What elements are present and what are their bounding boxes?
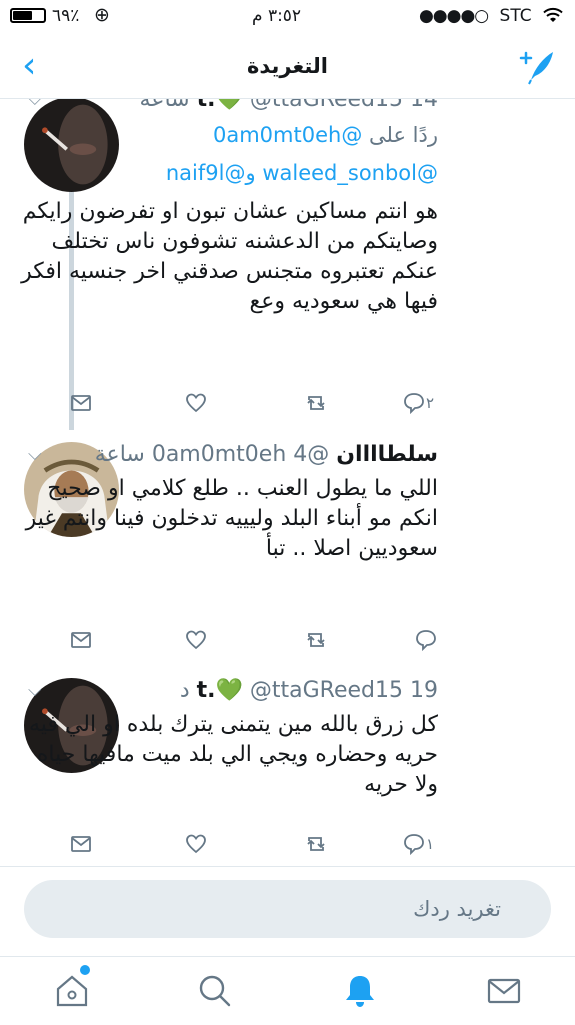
reply-count: ٢ — [425, 394, 434, 412]
status-time: ٣:٥٢ م — [252, 6, 302, 26]
heart-icon — [186, 630, 206, 650]
reply-action[interactable]: ٢ — [402, 389, 438, 417]
chevron-down-icon[interactable]: ⌵ — [28, 680, 42, 701]
tab-messages[interactable] — [484, 971, 524, 1011]
carrier-name: STC — [499, 6, 532, 26]
tweet-text: هو انتم مساكين عشان تبون او تفرضون رايكم… — [21, 199, 438, 314]
envelope-icon — [71, 836, 91, 852]
wifi-icon — [543, 7, 563, 22]
reply-context-line-2: @waleed_sonbol و@naif9l — [166, 161, 438, 185]
envelope-icon — [71, 632, 91, 648]
tweet-actions — [70, 626, 438, 656]
direct-message-action[interactable] — [69, 389, 93, 417]
reply-count: ١ — [425, 835, 434, 853]
tweet-meta: سلطاااان @0am0mt0eh 4 ساعة — [14, 442, 438, 470]
bell-icon — [346, 976, 374, 1007]
mention-link[interactable]: @0am0mt0eh — [213, 123, 362, 147]
reply-action[interactable] — [414, 626, 438, 654]
battery-percentage: ٦٩٪ — [52, 6, 80, 26]
user-handle[interactable]: @ttaGReed15 — [250, 678, 403, 703]
compose-tweet-icon[interactable] — [517, 46, 557, 86]
reply-composer: تغريد ردك — [0, 866, 575, 957]
page-title: التغريدة — [247, 54, 328, 78]
tweet-actions: ١ — [70, 830, 438, 860]
signal-dots-icon: ●●●●○ — [418, 6, 489, 26]
like-action[interactable] — [184, 626, 208, 654]
tab-search[interactable] — [195, 971, 235, 1011]
tweet-text: اللي ما يطول العنب .. طلع كلامي او صحيح … — [25, 476, 438, 561]
tab-notifications[interactable] — [340, 971, 380, 1011]
direct-message-action[interactable] — [69, 830, 93, 858]
like-action[interactable] — [184, 830, 208, 858]
reply-icon — [404, 834, 424, 856]
display-name[interactable]: سلطاااان — [336, 442, 438, 467]
retweet-action[interactable] — [304, 830, 328, 858]
chevron-down-icon[interactable]: ⌵ — [28, 99, 42, 110]
reply-action[interactable]: ١ — [402, 830, 438, 858]
direct-message-action[interactable] — [69, 626, 93, 654]
home-icon — [56, 975, 88, 1007]
retweet-action[interactable] — [304, 389, 328, 417]
tweet-actions: ٢ — [70, 389, 438, 419]
reply-input[interactable]: تغريد ردك — [24, 880, 551, 938]
retweet-action[interactable] — [304, 626, 328, 654]
display-name[interactable]: t.💚 — [197, 678, 243, 703]
reply-placeholder: تغريد ردك — [413, 897, 501, 921]
tweet-text: كل زرق بالله مين يتمنى يترك بلده او الي … — [29, 712, 438, 797]
battery-icon — [10, 8, 46, 23]
heart-icon — [186, 834, 206, 854]
envelope-icon — [71, 395, 91, 411]
tweet-item[interactable]: t.💚 @ttaGReed15 14 ساعة ⌵ ردًا على @0am0… — [0, 99, 575, 431]
notification-dot — [80, 965, 90, 975]
search-icon — [199, 975, 231, 1007]
user-handle[interactable]: @ttaGReed15 — [250, 99, 403, 112]
reply-icon — [404, 393, 424, 415]
envelope-icon — [487, 978, 521, 1004]
tweet-meta: t.💚 @ttaGReed15 19 د — [14, 678, 438, 706]
display-name[interactable]: t.💚 — [197, 99, 243, 112]
reply-context: ردًا على @0am0mt0eh — [213, 123, 438, 147]
chevron-down-icon[interactable]: ⌵ — [28, 444, 42, 465]
tweet-item[interactable]: t.💚 @ttaGReed15 19 د ⌵ كل زرق بالله مين … — [0, 670, 575, 867]
mention-link[interactable]: @naif9l — [166, 161, 246, 185]
status-bar: ٦٩٪ ⊕ ٣:٥٢ م ●●●●○ STC — [0, 0, 575, 34]
carrier-signal: ●●●●○ STC — [419, 6, 563, 26]
reply-icon — [416, 630, 436, 652]
reply-label: ردًا على — [369, 123, 438, 147]
and-word: و — [245, 161, 256, 185]
retweet-icon — [307, 633, 325, 647]
tweet-item[interactable]: سلطاااان @0am0mt0eh 4 ساعة ⌵ اللي ما يطو… — [0, 430, 575, 671]
like-action[interactable] — [184, 389, 208, 417]
bottom-tab-bar — [0, 956, 575, 1025]
mention-link[interactable]: @waleed_sonbol — [262, 161, 438, 185]
retweet-icon — [307, 396, 325, 410]
nav-header: ‹ التغريدة — [0, 34, 575, 99]
tab-home[interactable] — [52, 965, 92, 1011]
heart-icon — [186, 393, 206, 413]
orientation-lock-icon: ⊕ — [94, 4, 110, 26]
retweet-icon — [307, 837, 325, 851]
tweet-meta: t.💚 @ttaGReed15 14 ساعة — [14, 99, 438, 115]
